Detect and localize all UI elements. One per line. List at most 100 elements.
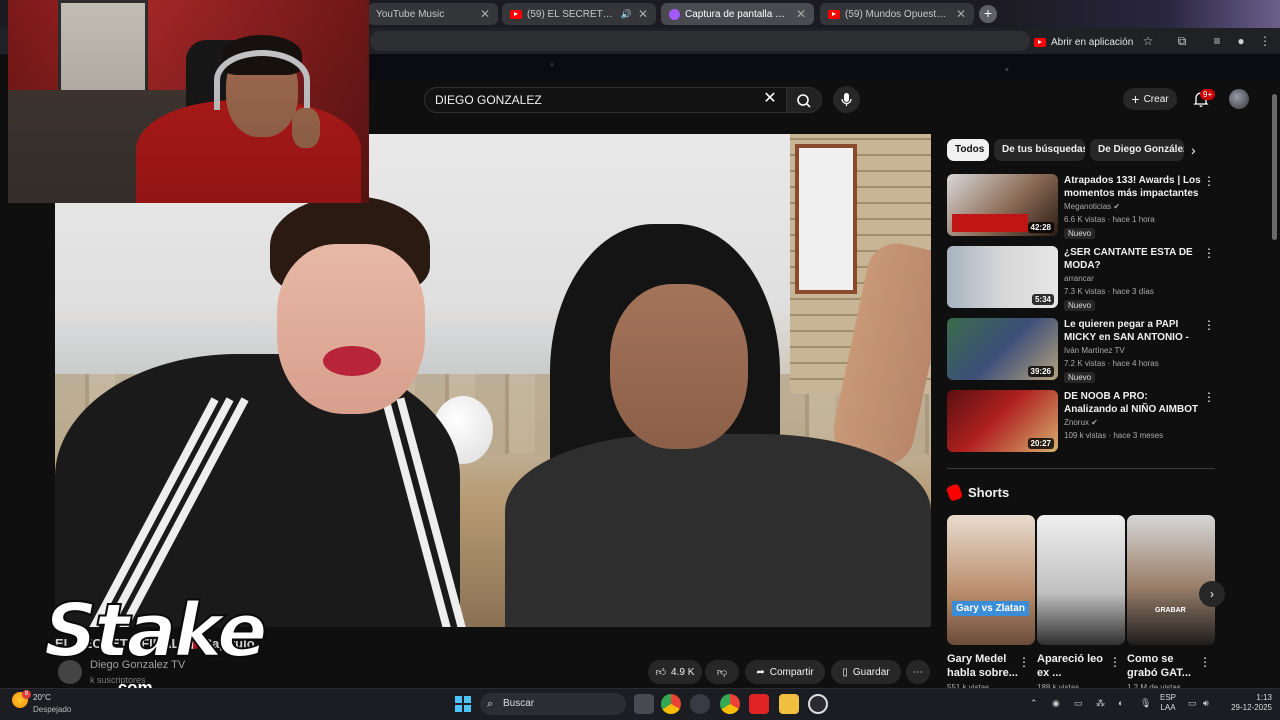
- windows-start-icon[interactable]: [455, 696, 471, 712]
- tab-lightshot[interactable]: Captura de pantalla por Lightsh ✕: [661, 3, 814, 25]
- chevron-up-icon[interactable]: ⌃: [1030, 698, 1038, 709]
- more-vert-icon[interactable]: ⋮: [1203, 246, 1215, 260]
- video-thumbnail[interactable]: 20:27: [947, 390, 1058, 452]
- tab-mundos-opuestos[interactable]: (59) Mundos Opuestos | Chisp ✕: [820, 3, 974, 25]
- more-actions-button[interactable]: ⋯: [906, 660, 930, 684]
- chip-from-diego[interactable]: De Diego González: [1090, 139, 1184, 161]
- weather-alert-badge: 8: [22, 690, 31, 699]
- clock[interactable]: 1:13 29-12-2025: [1228, 693, 1272, 713]
- more-vert-icon[interactable]: ⋮: [1203, 174, 1215, 188]
- more-vert-icon[interactable]: ⋮: [1018, 655, 1030, 669]
- more-vert-icon[interactable]: ⋮: [1203, 390, 1215, 404]
- shorts-heading: Shorts: [968, 485, 1010, 500]
- tab-label: YouTube Music: [376, 8, 445, 20]
- speaker-icon[interactable]: 🔊: [621, 9, 632, 20]
- chevron-right-icon[interactable]: ›: [1191, 142, 1207, 158]
- tray-app-icon[interactable]: ⁂: [1096, 698, 1105, 709]
- media-player-icon[interactable]: [808, 694, 828, 714]
- weather-temperature[interactable]: 20°C: [33, 693, 51, 702]
- recommendation-item[interactable]: 39:26 Le quieren pegar a PAPI MICKY en S…: [947, 318, 1217, 383]
- channel-name[interactable]: Meganoticias ✔: [1064, 202, 1120, 211]
- share-icon: ➦: [756, 666, 765, 678]
- new-badge: Nuevo: [1064, 300, 1096, 311]
- chip-from-searches[interactable]: De tus búsquedas: [994, 139, 1085, 161]
- dislike-button[interactable]: 👎︎: [705, 660, 739, 684]
- short-thumbnail[interactable]: GRABAR: [1127, 515, 1215, 645]
- video-frame-woman-hoodie: [505, 434, 931, 627]
- extensions-icon[interactable]: ⧉: [1175, 34, 1189, 48]
- video-player[interactable]: [55, 134, 931, 627]
- short-thumbnail[interactable]: Gary vs Zlatan: [947, 515, 1035, 645]
- profile-icon[interactable]: ●: [1234, 34, 1248, 48]
- tray-app-icon[interactable]: ◐: [1118, 698, 1123, 708]
- taskbar-search[interactable]: ⌕ Buscar: [480, 693, 626, 715]
- video-thumbnail[interactable]: 5:34: [947, 246, 1058, 308]
- video-thumbnail[interactable]: 39:26: [947, 318, 1058, 380]
- media-control-icon[interactable]: ≡: [1210, 34, 1224, 48]
- channel-name[interactable]: Znorux ✔: [1064, 418, 1098, 427]
- close-icon[interactable]: ✕: [956, 7, 966, 21]
- lightshot-icon: [669, 8, 680, 20]
- language-indicator[interactable]: ESP LAA: [1160, 693, 1176, 713]
- tab-secreto-final[interactable]: (59) EL SECRETO FINAL🇵🇪 🔊 ✕: [502, 3, 656, 25]
- more-vert-icon[interactable]: ⋮: [1199, 655, 1211, 669]
- page-scrollbar[interactable]: [1272, 94, 1277, 240]
- volume-icon[interactable]: 🔊︎: [1203, 698, 1209, 709]
- search-input[interactable]: DIEGO GONZALEZ: [424, 87, 788, 113]
- file-explorer-icon[interactable]: [779, 694, 799, 714]
- network-icon[interactable]: ▭: [1188, 698, 1197, 709]
- short-thumbnail[interactable]: [1037, 515, 1125, 645]
- shorts-next-button[interactable]: ›: [1199, 581, 1225, 607]
- open-in-app-button[interactable]: Abrir en aplicación: [1034, 33, 1133, 51]
- url-field[interactable]: [370, 31, 1030, 51]
- share-label: Compartir: [769, 666, 814, 678]
- youtube-icon: [828, 9, 840, 19]
- chrome-icon[interactable]: [720, 694, 740, 714]
- save-label: Guardar: [852, 666, 890, 678]
- microphone-icon[interactable]: 🎙︎: [1140, 698, 1151, 709]
- tab-youtube-music[interactable]: YouTube Music ✕: [368, 3, 498, 25]
- recommendation-item[interactable]: 5:34 ¿SER CANTANTE ESTA DE MODA? arranca…: [947, 246, 1217, 311]
- chip-all[interactable]: Todos: [947, 139, 989, 161]
- tray-app-icon[interactable]: ▭: [1074, 698, 1083, 709]
- shorts-icon: [945, 483, 964, 502]
- open-in-app-label: Abrir en aplicación: [1051, 36, 1134, 48]
- recommendation-item[interactable]: 20:27 DE NOOB A PRO: Analizando al NIÑO …: [947, 390, 1217, 454]
- like-button[interactable]: 👍︎ 4.9 K: [648, 660, 702, 684]
- chrome-icon[interactable]: [661, 694, 681, 714]
- video-title[interactable]: DE NOOB A PRO: Analizando al NIÑO AIMBOT…: [1064, 390, 1202, 416]
- video-title[interactable]: Le quieren pegar a PAPI MICKY en SAN ANT…: [1064, 318, 1202, 344]
- video-duration: 20:27: [1027, 438, 1054, 449]
- share-button[interactable]: ➦ Compartir: [745, 660, 825, 684]
- voice-search-button[interactable]: [833, 86, 860, 113]
- task-view-icon[interactable]: [634, 694, 654, 714]
- github-icon[interactable]: [690, 694, 710, 714]
- clear-search-icon[interactable]: ✕: [761, 90, 779, 108]
- create-button[interactable]: + Crear: [1123, 88, 1177, 110]
- search-icon: [797, 94, 811, 108]
- recommendation-item[interactable]: 42:28 Atrapados 133! Awards | Los moment…: [947, 174, 1217, 239]
- video-frame-window: [795, 144, 857, 294]
- account-avatar[interactable]: [1229, 89, 1249, 109]
- new-tab-button[interactable]: +: [979, 5, 997, 23]
- bookmark-star-icon[interactable]: ☆: [1141, 34, 1155, 48]
- video-thumbnail[interactable]: 42:28: [947, 174, 1058, 236]
- short-title[interactable]: Gary Medel habla sobre...: [947, 652, 1027, 680]
- video-title[interactable]: Atrapados 133! Awards | Los momentos más…: [1064, 174, 1202, 200]
- search-button[interactable]: [786, 87, 822, 113]
- video-meta: 7.3 K vistas · hace 3 días: [1064, 287, 1154, 296]
- channel-name[interactable]: Iván Martínez TV: [1064, 346, 1125, 355]
- more-vert-icon[interactable]: ⋮: [1109, 655, 1121, 669]
- save-button[interactable]: ▯ Guardar: [831, 660, 901, 684]
- video-title[interactable]: ¿SER CANTANTE ESTA DE MODA?: [1064, 246, 1202, 272]
- youtube-app-icon[interactable]: [749, 694, 769, 714]
- close-icon[interactable]: ✕: [638, 7, 648, 21]
- short-title[interactable]: Apareció leo ex ...: [1037, 652, 1117, 680]
- more-vert-icon[interactable]: ⋮: [1203, 318, 1215, 332]
- browser-menu-icon[interactable]: ⋮: [1258, 34, 1272, 48]
- short-title[interactable]: Como se grabó GAT...: [1127, 652, 1207, 680]
- channel-name[interactable]: arrancar: [1064, 274, 1094, 283]
- close-icon[interactable]: ✕: [796, 7, 806, 21]
- tray-app-icon[interactable]: ◉: [1052, 698, 1060, 709]
- close-icon[interactable]: ✕: [480, 7, 490, 21]
